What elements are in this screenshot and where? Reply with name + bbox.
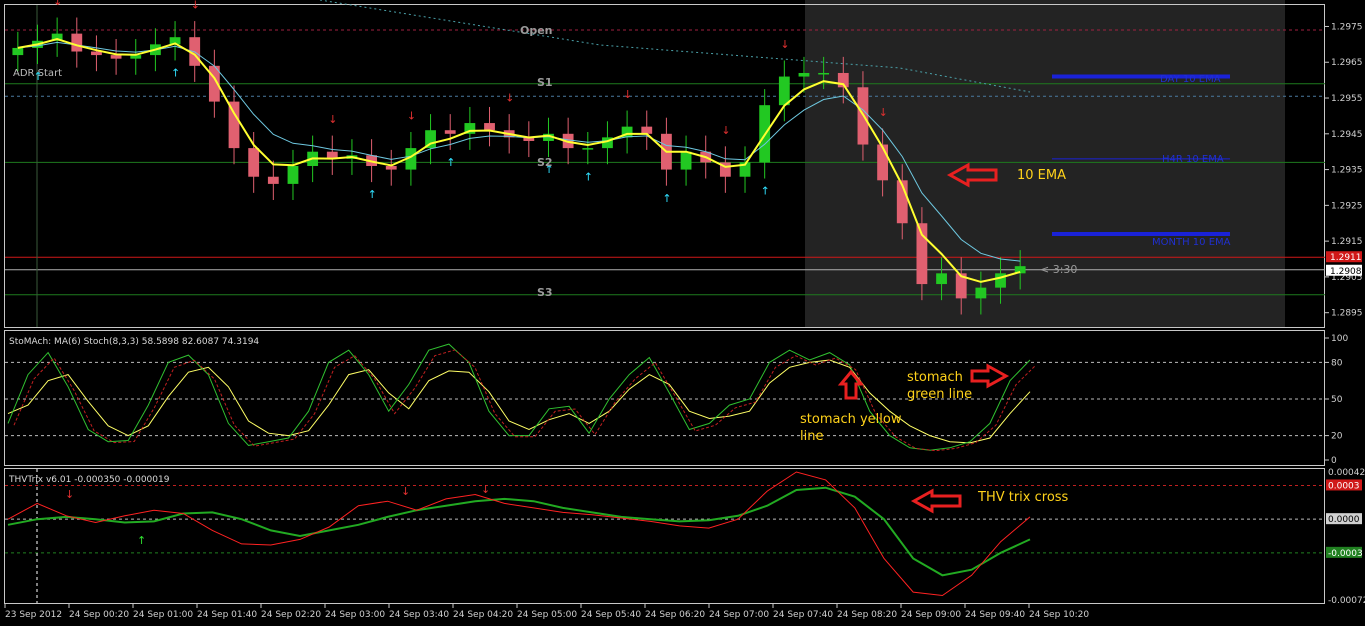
candle-body <box>110 55 122 59</box>
buy-arrow-icon: ↑ <box>761 185 770 198</box>
candle-body <box>228 101 240 149</box>
sell-arrow-icon: ↓ <box>191 0 200 12</box>
stoch-green-annotation-2: green line <box>907 387 972 402</box>
time-tick-label: 24 Sep 07:00 <box>709 610 769 620</box>
buy-arrow-icon: ↑ <box>662 192 671 205</box>
buy-arrow-icon: ↑ <box>446 156 455 169</box>
sell-arrow-icon: ↓ <box>780 38 789 51</box>
top-price-tag-text: 1.2911 <box>1330 253 1362 263</box>
price-tick-label: 1.2955 <box>1331 94 1363 104</box>
s1-level-label: S1 <box>537 76 553 89</box>
candle-body <box>877 144 889 181</box>
stoch-tick-label: 0 <box>1331 456 1337 466</box>
candle-body <box>71 33 83 52</box>
sell-arrow-icon: ↓ <box>407 109 416 122</box>
time-tick-label: 24 Sep 10:20 <box>1029 610 1089 620</box>
trix-level-tag-text: -0.0003 <box>1328 549 1363 559</box>
price-tick-label: 1.2945 <box>1331 130 1363 140</box>
candle-body <box>287 166 299 184</box>
sell-arrow-icon: ↓ <box>623 88 632 101</box>
stoch-yellow-annotation: stomach yellow <box>800 412 902 427</box>
sell-arrow-icon: ↓ <box>328 113 337 126</box>
time-tick-label: 24 Sep 03:00 <box>325 610 385 620</box>
month-ema-label: MONTH 10 EMA <box>1152 237 1231 248</box>
time-tick-label: 24 Sep 08:20 <box>837 610 897 620</box>
s2-level-label: S2 <box>537 156 553 169</box>
time-tick-label: 24 Sep 05:40 <box>581 610 641 620</box>
ema-annotation: 10 EMA <box>1017 168 1066 183</box>
trix-tick-label: -0.00072 <box>1328 596 1365 606</box>
trix-annotation: THV trix cross <box>977 490 1069 505</box>
sell-arrow-icon: ↓ <box>53 0 62 8</box>
trix-sell-arrow-icon: ↓ <box>401 485 410 498</box>
day-ema-label: DAY 10 EMA <box>1160 74 1221 85</box>
candle-body <box>267 176 279 184</box>
candle-body <box>91 51 102 56</box>
time-tick-label: 24 Sep 06:20 <box>645 610 705 620</box>
time-tick-label: 24 Sep 09:00 <box>901 610 961 620</box>
time-tick-label: 24 Sep 04:20 <box>453 610 513 620</box>
adr-start-label: ADR Start <box>13 68 62 79</box>
time-tick-label: 23 Sep 2012 <box>5 610 62 620</box>
trix-buy-arrow-icon: ↑ <box>137 534 146 547</box>
candle-body <box>680 151 692 170</box>
candle-body <box>936 273 947 285</box>
stoch-tick-label: 20 <box>1331 432 1343 442</box>
last-price-text: 1.2908 <box>1330 267 1362 277</box>
time-tick-label: 24 Sep 00:20 <box>69 610 129 620</box>
buy-arrow-icon: ↑ <box>368 188 377 201</box>
trix-title: THVTrix v6.01 -0.000350 -0.000019 <box>8 475 170 485</box>
time-tick-label: 24 Sep 05:00 <box>517 610 577 620</box>
stoch-green-annotation-1: stomach <box>907 370 963 385</box>
price-tick-label: 1.2965 <box>1331 58 1363 68</box>
candle-body <box>778 76 790 106</box>
trix-level-tag-text: 0.0000 <box>1328 515 1360 525</box>
stoch-yellow-annotation-2: line <box>800 429 823 444</box>
time-tick-label: 24 Sep 01:40 <box>197 610 257 620</box>
stoch-title: StoMAch: MA(6) Stoch(8,3,3) 58.5898 82.6… <box>9 337 259 347</box>
trix-level-tag-text: 0.0003 <box>1328 481 1360 491</box>
time-tick-label: 24 Sep 09:40 <box>965 610 1025 620</box>
stoch-tick-label: 100 <box>1331 334 1348 344</box>
sell-arrow-icon: ↓ <box>879 106 888 119</box>
price-tick-label: 1.2915 <box>1331 237 1363 247</box>
buy-arrow-icon: ↑ <box>171 67 180 80</box>
s3-level-label: S3 <box>537 286 553 299</box>
candle-body <box>248 148 260 177</box>
time-tick-label: 24 Sep 07:40 <box>773 610 833 620</box>
candle-body <box>385 166 397 170</box>
price-tick-label: 1.2935 <box>1331 166 1363 176</box>
time-tick-label: 24 Sep 03:40 <box>389 610 449 620</box>
buy-arrow-icon: ↑ <box>584 170 593 183</box>
h4r-ema-label: H4R 10 EMA <box>1162 154 1224 165</box>
time-tick-label: 24 Sep 01:00 <box>133 610 193 620</box>
open-level-label: Open <box>520 24 553 37</box>
time-tick-label: 24 Sep 02:20 <box>261 610 321 620</box>
price-tick-label: 1.2925 <box>1331 201 1363 211</box>
candle-body <box>641 126 653 134</box>
candle-body <box>798 72 810 77</box>
countdown-label: < 3:30 <box>1040 263 1077 276</box>
candle-body <box>484 123 495 131</box>
trix-tick-label: 0.00042 <box>1328 468 1365 478</box>
candle-body <box>12 47 24 56</box>
candle-body <box>818 72 830 75</box>
candle-body <box>444 130 456 134</box>
stoch-tick-label: 80 <box>1331 358 1343 368</box>
price-tick-label: 1.2975 <box>1331 22 1363 32</box>
trix-sell-arrow-icon: ↓ <box>481 483 490 496</box>
trix-sell-arrow-icon: ↓ <box>65 488 74 501</box>
candle-body <box>975 287 987 299</box>
forex-chart-window[interactable]: ↓ ↓ ↓ ↓ ↓ ↓ ↓ ↓ ↓ ↑ ↑ ↑ ↑ ↑ ↑ ↑ ↑ green line line ↓ ↓ ↓ ↑ AD… <box>0 0 1365 622</box>
sell-arrow-icon: ↓ <box>721 124 730 137</box>
sell-arrow-icon: ↓ <box>505 92 514 105</box>
candle-body <box>582 148 594 150</box>
price-tick-label: 1.2895 <box>1331 309 1363 319</box>
stoch-tick-label: 50 <box>1331 395 1343 405</box>
